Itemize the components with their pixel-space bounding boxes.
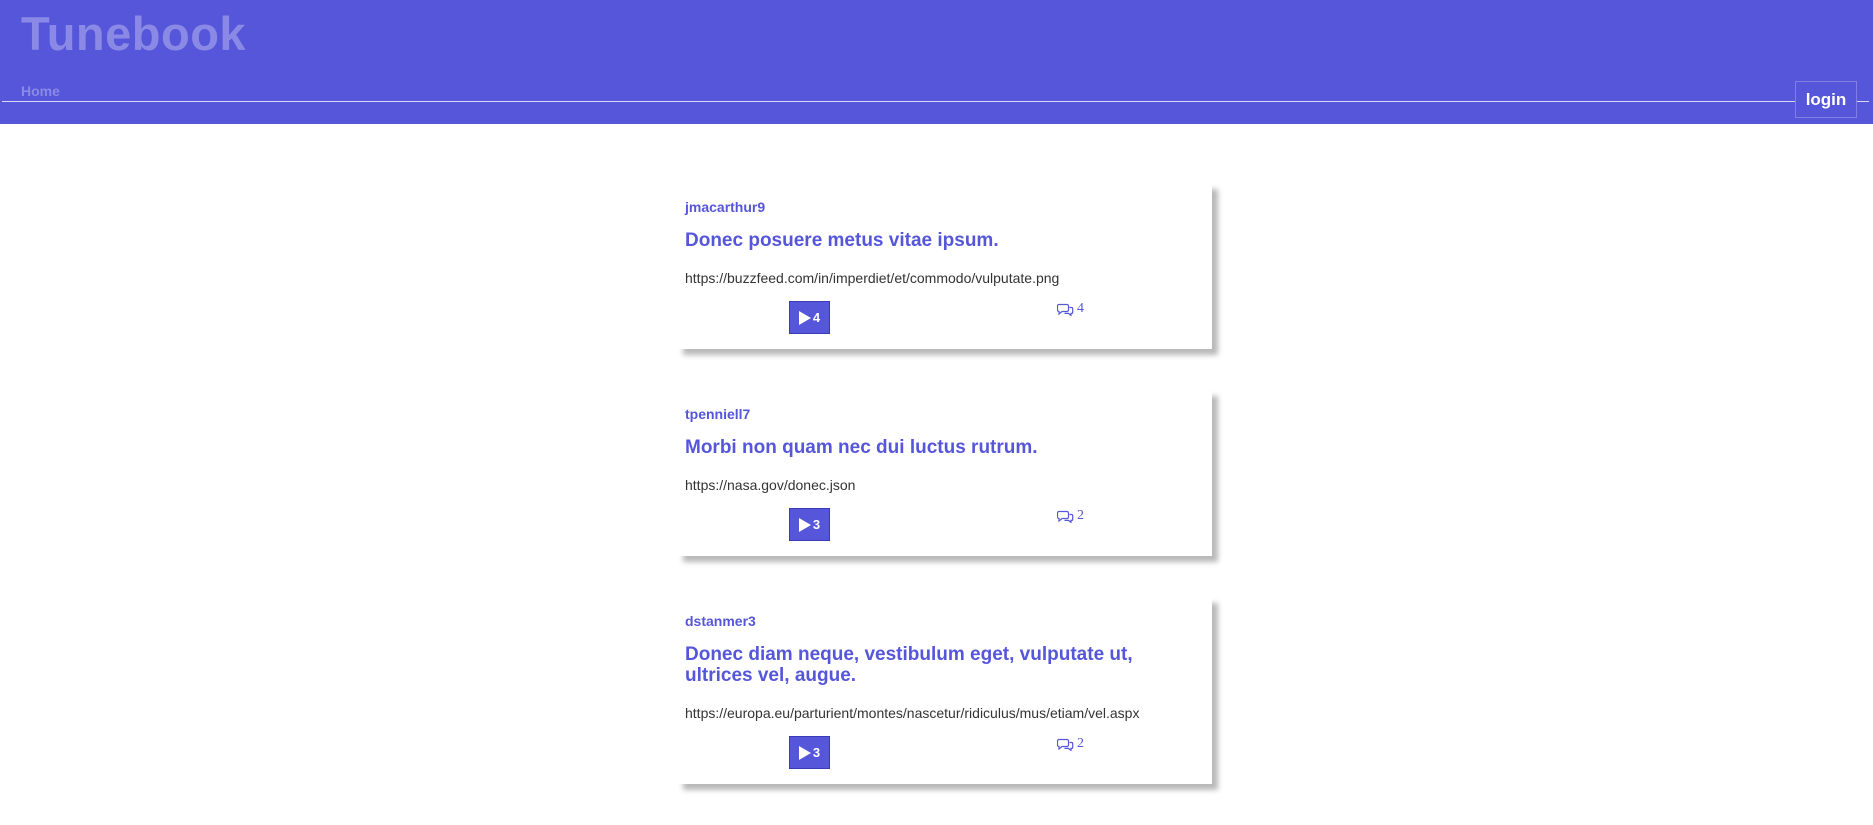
- post-url: https://europa.eu/parturient/montes/nasc…: [685, 705, 1140, 721]
- post-title[interactable]: Donec diam neque, vestibulum eget, vulpu…: [685, 644, 1204, 686]
- comment-count: 2: [1077, 508, 1084, 523]
- comment-icon: [1057, 303, 1074, 316]
- play-icon: [798, 310, 811, 325]
- login-button[interactable]: login: [1795, 81, 1857, 118]
- comment-count: 2: [1077, 736, 1084, 751]
- post-url: https://buzzfeed.com/in/imperdiet/et/com…: [685, 270, 1060, 286]
- play-count: 3: [812, 745, 821, 760]
- comments-link[interactable]: 2: [1057, 736, 1084, 752]
- play-button[interactable]: 4: [789, 301, 830, 334]
- nav-home-link[interactable]: Home: [21, 83, 60, 99]
- post-card: dstanmer3 Donec diam neque, vestibulum e…: [677, 597, 1212, 784]
- nav-divider: [2, 101, 1869, 102]
- post-title[interactable]: Morbi non quam nec dui luctus rutrum.: [685, 437, 1204, 458]
- post-username[interactable]: jmacarthur9: [685, 199, 1204, 215]
- post-card: jmacarthur9 Donec posuere metus vitae ip…: [677, 183, 1212, 349]
- comments-link[interactable]: 2: [1057, 508, 1084, 524]
- post-url: https://nasa.gov/donec.json: [685, 477, 856, 493]
- post-actions: 3 2: [685, 736, 1204, 770]
- play-icon: [798, 745, 811, 760]
- play-count: 4: [812, 310, 821, 325]
- play-icon: [798, 517, 811, 532]
- play-count: 3: [812, 517, 821, 532]
- play-button[interactable]: 3: [789, 508, 830, 541]
- post-actions: 3 2: [685, 508, 1204, 542]
- comment-icon: [1057, 738, 1074, 751]
- post-title[interactable]: Donec posuere metus vitae ipsum.: [685, 230, 1204, 251]
- post-username[interactable]: dstanmer3: [685, 613, 1204, 629]
- play-button[interactable]: 3: [789, 736, 830, 769]
- comment-icon: [1057, 510, 1074, 523]
- post-feed: jmacarthur9 Donec posuere metus vitae ip…: [677, 183, 1212, 825]
- comment-count: 4: [1077, 301, 1084, 316]
- post-card: tpenniell7 Morbi non quam nec dui luctus…: [677, 390, 1212, 556]
- post-actions: 4 4: [685, 301, 1204, 335]
- app-logo[interactable]: Tunebook: [21, 6, 246, 61]
- post-username[interactable]: tpenniell7: [685, 406, 1204, 422]
- comments-link[interactable]: 4: [1057, 301, 1084, 317]
- app-header: Tunebook Home login: [0, 0, 1873, 124]
